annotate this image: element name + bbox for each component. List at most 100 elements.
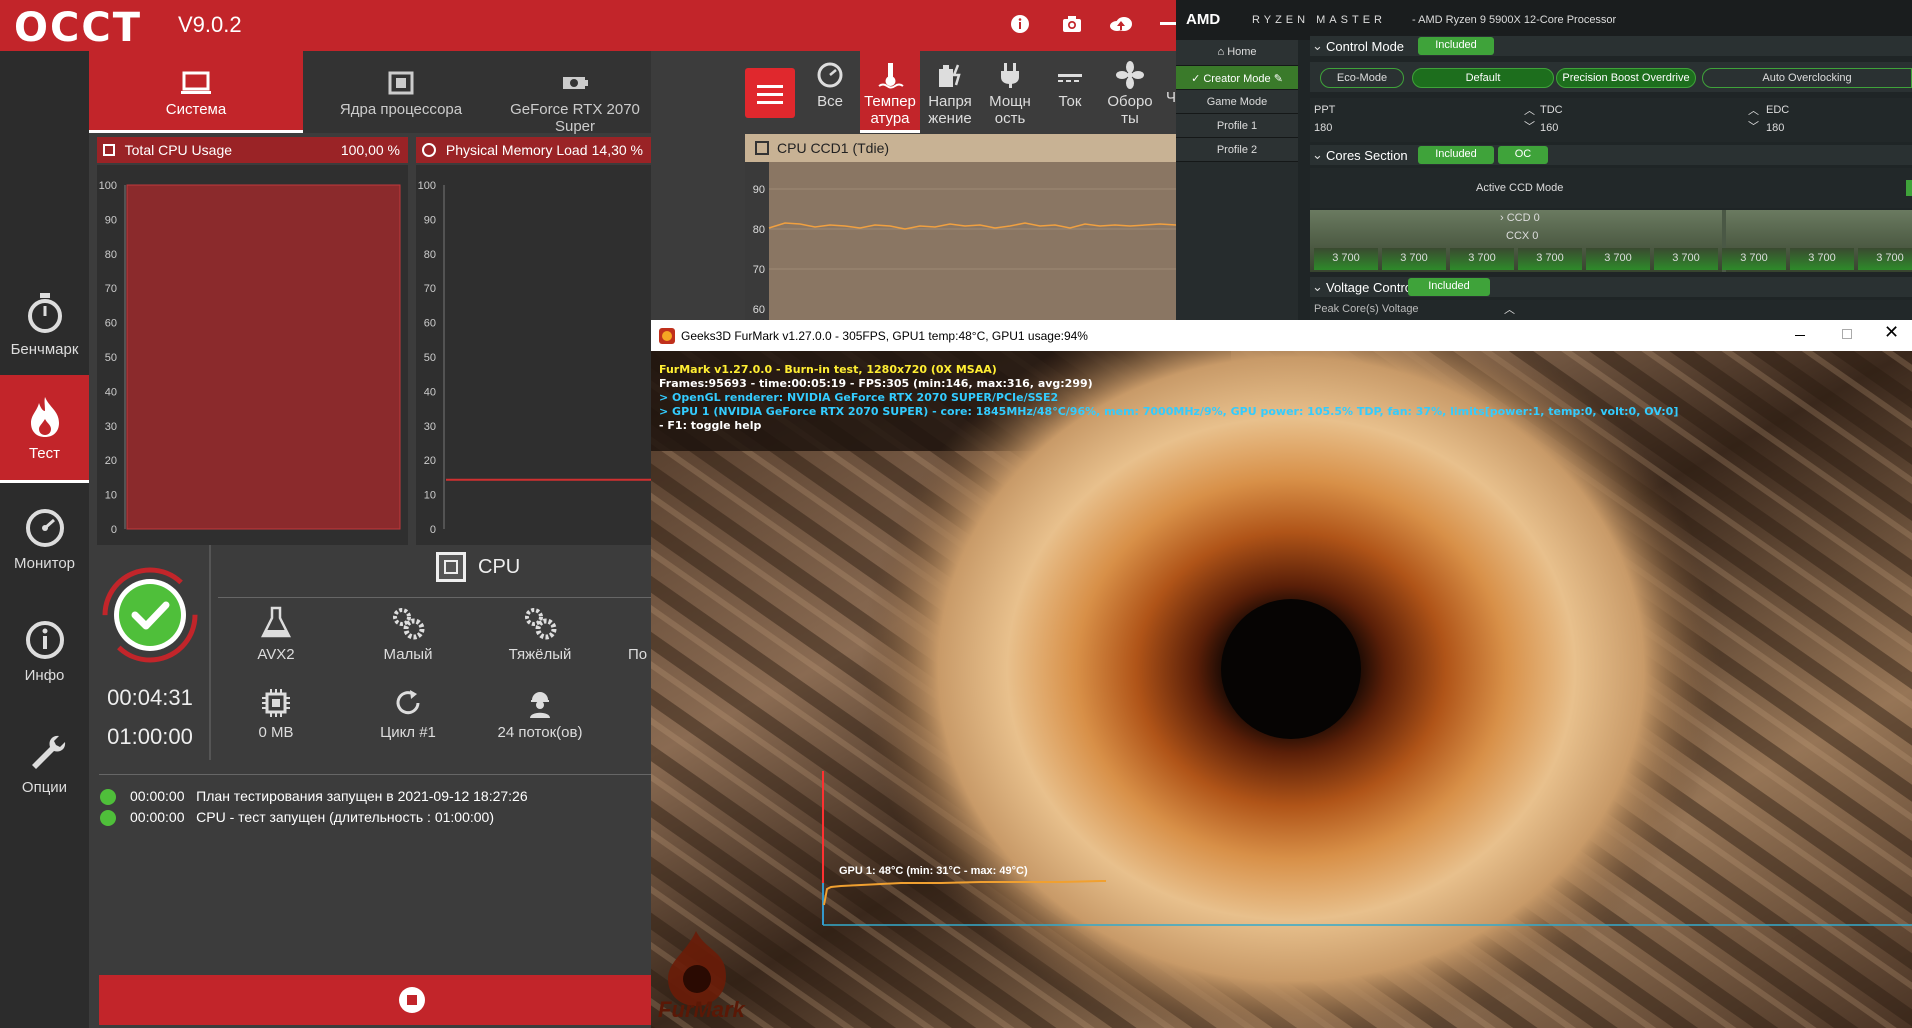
ccx-label: CCX 0 (1506, 230, 1539, 242)
stopwatch-icon (27, 293, 62, 333)
cpu-name: - AMD Ryzen 9 5900X 12-Core Processor (1412, 14, 1617, 26)
sidebar-item-info[interactable]: Инфо (0, 599, 89, 707)
nav-creator-mode[interactable]: ✓ Creator Mode ✎ (1176, 66, 1298, 90)
tab-power[interactable]: Мощн ость (980, 51, 1040, 133)
ccd-label: › CCD 0 (1500, 212, 1540, 224)
refresh-icon (396, 690, 420, 715)
tab-current[interactable]: Ток (1040, 51, 1100, 133)
nav-game-mode[interactable]: Game Mode (1176, 90, 1298, 114)
chevron-down-icon[interactable]: ⌄ (1312, 147, 1323, 163)
sidebar-label: Инфо (24, 667, 65, 684)
divider (209, 545, 211, 760)
y-tick: 40 (105, 386, 117, 398)
sensor-graph: 90 80 70 60 (745, 162, 1176, 322)
chip-icon (262, 689, 290, 717)
gauge-icon (25, 509, 64, 547)
divider (218, 597, 651, 598)
feature-heavy: Тяжёлый (490, 606, 590, 663)
pbo-mode-button[interactable]: Precision Boost Overdrive (1556, 68, 1696, 88)
chevron-down-icon[interactable]: ﹀ (1748, 118, 1759, 134)
control-mode-included[interactable]: Included (1418, 37, 1494, 55)
feature-label: Цикл #1 (380, 724, 436, 741)
memory-load-graph: 100 90 80 70 60 50 40 30 20 10 0 (416, 165, 651, 545)
default-mode-button[interactable]: Default (1412, 68, 1554, 88)
furmark-render: FurMark v1.27.0.0 - Burn-in test, 1280x7… (651, 351, 1912, 1028)
gears-icon (525, 608, 557, 640)
feature-label-cut: По (628, 646, 648, 663)
occt-titlebar: OCCT V9.0.2 (0, 0, 1200, 51)
voltage-control-row: ⌄ Voltage Control Included (1310, 277, 1912, 297)
hud-line-3: > OpenGL renderer: NVIDIA GeForce RTX 20… (659, 391, 1059, 404)
cores-section-row: ⌄ Cores Section Included OC (1310, 145, 1912, 165)
close-icon[interactable]: ✕ (1884, 322, 1899, 343)
chevron-down-icon[interactable]: ⌄ (1312, 38, 1323, 54)
stop-test-button[interactable] (99, 975, 651, 1025)
edc-value[interactable]: 180 (1766, 122, 1784, 134)
y-tick: 60 (105, 318, 117, 330)
nav-home[interactable]: ⌂ Home (1176, 40, 1298, 66)
tab-all[interactable]: Все (800, 51, 860, 133)
sidebar-item-benchmark[interactable]: Бенчмарк (0, 271, 89, 379)
oc-button[interactable]: OC (1498, 146, 1548, 164)
log-entry: 00:00:00 CPU - тест запущен (длительност… (100, 809, 494, 827)
feature-threads: 24 поток(ов) (490, 688, 590, 741)
cpu-icon (103, 144, 115, 156)
tab-cut[interactable]: Ч (1166, 89, 1176, 106)
gpu-icon (563, 77, 588, 89)
toggle[interactable] (1906, 180, 1912, 196)
chevron-up-icon[interactable]: ︿ (1748, 102, 1759, 118)
menu-button[interactable] (745, 68, 795, 118)
tab-voltage[interactable]: Напря жение (920, 51, 980, 133)
sidebar-item-options[interactable]: Опции (0, 711, 89, 819)
furmark-titlebar: Geeks3D FurMark v1.27.0.0 - 305FPS, GPU1… (651, 320, 1912, 351)
chevron-up-icon[interactable]: ︿ (1524, 102, 1535, 118)
tab-gpu[interactable]: GeForce RTX 2070 Super (499, 51, 651, 135)
tab-fans[interactable]: Оборо ты (1100, 51, 1160, 133)
y-tick: 90 (753, 184, 765, 196)
sidebar-item-monitor[interactable]: Монитор (0, 487, 89, 595)
sidebar-label: Тест (28, 445, 61, 462)
maximize-icon[interactable] (1842, 329, 1852, 339)
product-name: RYZEN MASTER (1252, 14, 1386, 26)
device-tabs: Система Ядра процессора GeForce RTX 2070… (89, 51, 651, 135)
cpu-icon (388, 71, 414, 95)
y-tick: 70 (753, 264, 765, 276)
cloud-upload-icon[interactable] (1108, 12, 1132, 36)
feature-cycle: Цикл #1 (358, 688, 458, 741)
chevron-down-icon[interactable]: ⌄ (1312, 279, 1323, 295)
tab-label: Система (165, 101, 227, 118)
eco-mode-button[interactable]: Eco-Mode (1320, 68, 1404, 88)
tab-cpu-cores[interactable]: Ядра процессора (303, 51, 499, 133)
window-title: Geeks3D FurMark v1.27.0.0 - 305FPS, GPU1… (681, 329, 1088, 343)
tdc-label: TDC (1540, 104, 1563, 116)
sidebar-label: Монитор (13, 555, 76, 572)
ppt-label: PPT (1314, 104, 1336, 116)
cores-included[interactable]: Included (1418, 146, 1494, 164)
camera-icon[interactable] (1060, 12, 1084, 36)
gauge-icon (817, 62, 843, 88)
chevron-up-icon[interactable]: ︿ (1504, 301, 1515, 317)
feature-label: Малый (383, 646, 433, 663)
chevron-down-icon[interactable]: ﹀ (1524, 118, 1535, 134)
usage-area (126, 184, 401, 530)
core-frequency: 3 700 (1586, 248, 1650, 270)
sidebar-item-test[interactable]: Тест (0, 375, 89, 483)
auto-oc-button[interactable]: Auto Overclocking (1702, 68, 1912, 88)
gpu-temperature-label: GPU 1: 48°C (min: 31°C - max: 49°C) (839, 865, 1028, 877)
tdc-value[interactable]: 160 (1540, 122, 1558, 134)
active-ccd-row: Active CCD Mode (1310, 168, 1912, 208)
y-tick: 80 (105, 249, 117, 261)
nav-profile-2[interactable]: Profile 2 (1176, 138, 1298, 162)
ryzen-header: AMD RYZEN MASTER - AMD Ryzen 9 5900X 12-… (1176, 0, 1912, 40)
sensor-graph-title: CPU CCD1 (Tdie) (777, 140, 890, 156)
minimize-icon[interactable] (1795, 335, 1805, 336)
minimize-icon[interactable] (1160, 22, 1176, 25)
nav-profile-1[interactable]: Profile 1 (1176, 114, 1298, 138)
core-frequency: 3 700 (1382, 248, 1446, 270)
tab-system[interactable]: Система (89, 51, 303, 133)
voltage-included[interactable]: Included (1408, 278, 1490, 296)
info-icon[interactable] (1008, 12, 1032, 36)
tab-temperature[interactable]: Темпер атура (860, 51, 920, 133)
ppt-value[interactable]: 180 (1314, 122, 1332, 134)
feature-memory: 0 MB (226, 688, 326, 741)
